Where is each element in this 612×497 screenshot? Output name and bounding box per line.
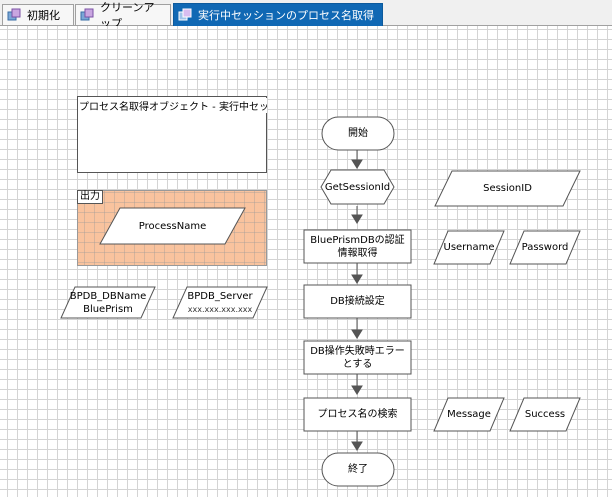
diagram-canvas[interactable]: プロセス名取得オブジェクト - 実行中セッショ 出力 — [0, 26, 612, 497]
success-data — [509, 397, 581, 432]
db-connect-stage — [303, 284, 412, 319]
get-session-id-stage — [320, 169, 395, 205]
page-icon — [7, 8, 21, 21]
page-icon — [178, 8, 192, 21]
connector-arrow — [351, 441, 363, 451]
bpdb-server-data — [172, 286, 268, 319]
end-stage — [321, 452, 395, 487]
process-name-data — [99, 207, 246, 245]
db-error-stage — [303, 340, 412, 375]
tab-initialize[interactable]: 初期化 — [2, 4, 74, 25]
flow-connectors — [60, 116, 581, 487]
get-credentials-stage — [303, 229, 412, 264]
connector-arrow — [351, 214, 363, 224]
bpdb-dbname-data — [60, 286, 156, 319]
tab-label: 初期化 — [27, 9, 60, 22]
connector-arrow — [351, 329, 363, 339]
tab-bar: 初期化 クリーンアップ 実行中セッションのプロセス名取得 — [0, 0, 612, 30]
search-process-stage — [303, 397, 412, 432]
connector-arrow — [351, 385, 363, 395]
start-stage — [321, 116, 395, 151]
page-icon — [80, 8, 94, 21]
message-data — [433, 397, 505, 432]
tab-get-running-session-process-name[interactable]: 実行中セッションのプロセス名取得 — [173, 3, 383, 26]
username-data — [433, 230, 505, 265]
session-id-data — [434, 170, 581, 207]
connector-arrow — [351, 274, 363, 284]
password-data — [509, 230, 581, 265]
tab-cleanup[interactable]: クリーンアップ — [75, 1, 171, 30]
connector-arrow — [351, 159, 363, 169]
tab-label: 実行中セッションのプロセス名取得 — [198, 9, 374, 22]
